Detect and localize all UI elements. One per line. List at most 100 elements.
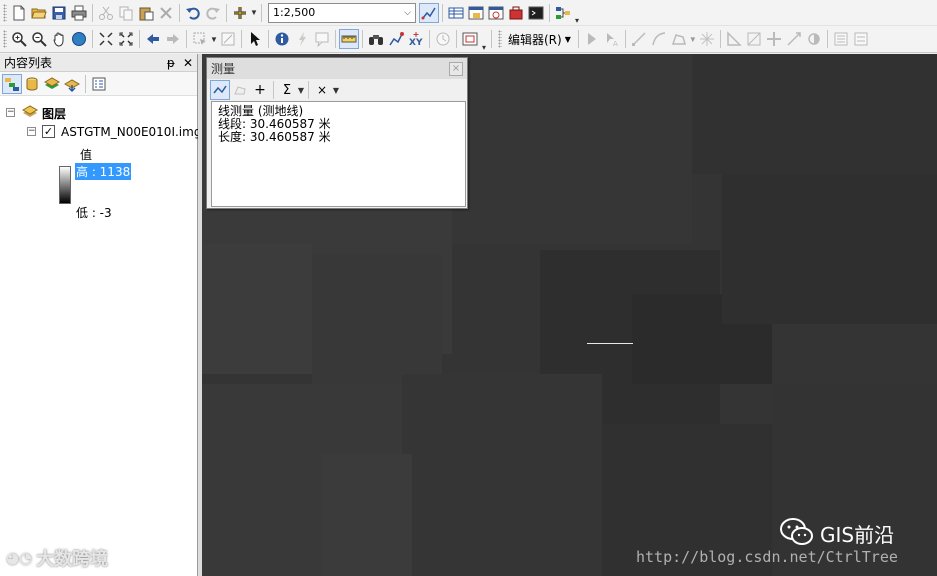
- tools-toolbar: ▼ XY ▾ 编辑器(R) ▼ A ▼: [0, 26, 937, 53]
- attributes-icon[interactable]: [831, 29, 851, 49]
- watermark-url: http://blog.csdn.net/CtrlTree: [636, 548, 898, 566]
- python-icon[interactable]: [526, 3, 546, 23]
- list-by-source-icon[interactable]: [22, 74, 42, 94]
- select-features-icon[interactable]: [190, 29, 210, 49]
- layer-visibility-checkbox[interactable]: ✓: [42, 125, 55, 138]
- add-data-dropdown-icon[interactable]: ▼: [250, 8, 258, 17]
- model-builder-icon[interactable]: [553, 3, 573, 23]
- edit-vertices-icon[interactable]: [697, 29, 717, 49]
- toolbar-options-icon[interactable]: ▾: [573, 16, 581, 25]
- delete-icon[interactable]: [156, 3, 176, 23]
- create-viewer-window-icon[interactable]: [460, 29, 480, 49]
- map-scale-value: 1:2,500: [273, 6, 316, 19]
- toolbar-grip[interactable]: [498, 30, 502, 48]
- list-by-selection-icon[interactable]: [62, 74, 82, 94]
- construction-dropdown-icon[interactable]: ▼: [689, 35, 697, 44]
- full-extent-globe-icon[interactable]: [69, 29, 89, 49]
- layer-name[interactable]: ASTGTM_N00E010I.img: [61, 125, 201, 139]
- collapse-layers-toggle[interactable]: −: [6, 108, 15, 117]
- time-slider-icon[interactable]: [433, 29, 453, 49]
- reshape-feature-icon[interactable]: [724, 29, 744, 49]
- raster-cell: [692, 54, 937, 174]
- save-icon[interactable]: [49, 3, 69, 23]
- list-by-drawing-order-icon[interactable]: [2, 73, 22, 94]
- layers-root-label[interactable]: 图层: [42, 105, 66, 122]
- new-icon[interactable]: [9, 3, 29, 23]
- undo-icon[interactable]: [183, 3, 203, 23]
- editor-menu-button[interactable]: 编辑器(R) ▼: [504, 31, 575, 48]
- measure-line-icon[interactable]: [210, 80, 230, 100]
- close-icon[interactable]: ✕: [183, 56, 193, 70]
- add-data-icon[interactable]: [230, 3, 250, 23]
- chevron-down-icon: ▼: [564, 34, 571, 44]
- arctoolbox-icon[interactable]: [506, 3, 526, 23]
- measure-icon[interactable]: [339, 29, 359, 49]
- clear-results-icon[interactable]: ×: [312, 80, 332, 100]
- chevron-down-icon: ⌵: [404, 7, 411, 18]
- measure-feature-icon[interactable]: +: [250, 80, 270, 100]
- forward-arrow-icon[interactable]: [163, 29, 183, 49]
- create-features-icon[interactable]: [851, 29, 871, 49]
- zoom-in-icon[interactable]: [9, 29, 29, 49]
- find-route-icon[interactable]: [386, 29, 406, 49]
- end-point-arc-icon[interactable]: [649, 29, 669, 49]
- split-tool-icon[interactable]: [764, 29, 784, 49]
- options-icon[interactable]: [89, 74, 109, 94]
- list-by-visibility-icon[interactable]: [42, 74, 62, 94]
- identify-icon[interactable]: [272, 29, 292, 49]
- clear-selection-icon[interactable]: [218, 29, 238, 49]
- toolbar-separator: [362, 30, 363, 48]
- collapse-layer-toggle[interactable]: −: [27, 127, 36, 136]
- redo-icon[interactable]: [203, 3, 223, 23]
- map-scale-combobox[interactable]: 1:2,500 ⌵: [268, 2, 416, 23]
- legend-color-ramp: [59, 166, 71, 204]
- paste-icon[interactable]: [136, 3, 156, 23]
- cut-icon[interactable]: [96, 3, 116, 23]
- toolbar-separator: [241, 30, 242, 48]
- units-dropdown-icon[interactable]: ▼: [297, 86, 305, 95]
- go-to-xy-icon[interactable]: XY: [406, 29, 426, 49]
- show-total-icon[interactable]: Σ: [277, 80, 297, 100]
- toolbar-grip[interactable]: [3, 30, 7, 48]
- straight-segment-icon[interactable]: [629, 29, 649, 49]
- toolbar-options-icon[interactable]: ▾: [480, 43, 488, 52]
- clear-dropdown-icon[interactable]: ▼: [332, 86, 340, 95]
- back-arrow-icon[interactable]: [143, 29, 163, 49]
- cut-polygons-icon[interactable]: [744, 29, 764, 49]
- zoom-out-icon[interactable]: [29, 29, 49, 49]
- hyperlink-icon[interactable]: [292, 29, 312, 49]
- editor-toolbar-icon[interactable]: [419, 2, 439, 23]
- search-window-icon[interactable]: [486, 3, 506, 23]
- close-icon[interactable]: ×: [449, 61, 463, 76]
- copy-icon[interactable]: [116, 3, 136, 23]
- toolbar-separator: [268, 30, 269, 48]
- legend-high-label[interactable]: 高 : 1138: [75, 163, 132, 180]
- select-dropdown-icon[interactable]: ▼: [210, 35, 218, 44]
- edit-tool-icon[interactable]: [582, 29, 602, 49]
- toolbar-grip[interactable]: [3, 3, 7, 22]
- measure-title-bar[interactable]: 测量 ×: [207, 58, 467, 79]
- select-elements-arrow-icon[interactable]: [245, 29, 265, 49]
- rotate-tool-icon[interactable]: [784, 29, 804, 49]
- raster-cell: [202, 244, 312, 374]
- fixed-zoom-in-icon[interactable]: [96, 29, 116, 49]
- open-icon[interactable]: [29, 3, 49, 23]
- catalog-icon[interactable]: [466, 3, 486, 23]
- pan-hand-icon[interactable]: [49, 29, 69, 49]
- raster-cell: [402, 374, 602, 576]
- fixed-zoom-out-icon[interactable]: [116, 29, 136, 49]
- measure-area-icon[interactable]: [230, 80, 250, 100]
- table-icon[interactable]: [446, 3, 466, 23]
- toolbar-separator: [429, 30, 430, 48]
- toc-toolbar: [0, 72, 197, 96]
- sketch-properties-icon[interactable]: [804, 29, 824, 49]
- raster-cell: [322, 454, 412, 576]
- html-popup-icon[interactable]: [312, 29, 332, 49]
- print-icon[interactable]: [69, 3, 89, 23]
- weibo-logo-icon: ◕◔: [6, 549, 33, 567]
- edit-annotation-icon[interactable]: A: [602, 29, 622, 49]
- pin-icon[interactable]: ᵽ: [167, 56, 175, 70]
- find-binoculars-icon[interactable]: [366, 29, 386, 49]
- construction-tools-icon[interactable]: [669, 29, 689, 49]
- measure-title: 测量: [211, 62, 236, 76]
